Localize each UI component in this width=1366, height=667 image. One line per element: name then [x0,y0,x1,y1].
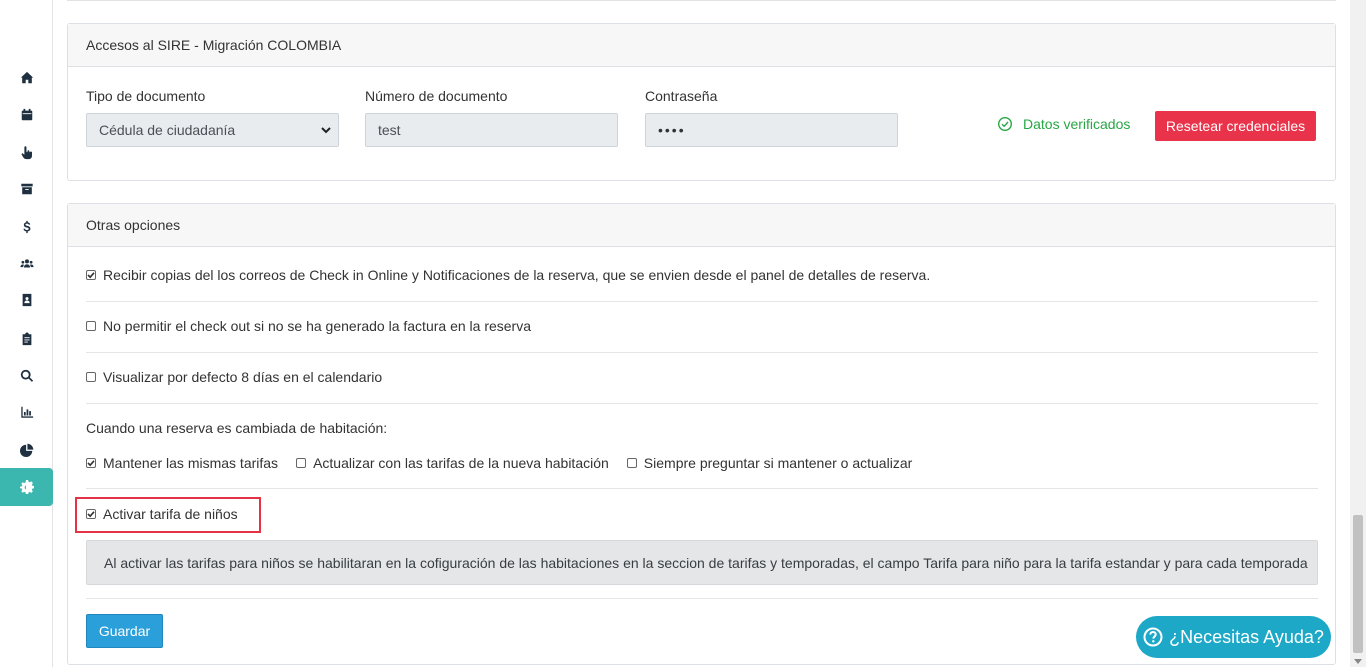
password-label: Contraseña [645,88,718,104]
check-circle-icon [997,116,1013,132]
search-icon [20,369,33,382]
save-button[interactable]: Guardar [86,614,163,648]
update-rates-checkbox[interactable] [296,458,307,468]
page-scrollbar[interactable] [1350,0,1366,667]
divider [86,598,1318,599]
top-divider [67,0,1336,1]
bar-chart-icon [20,406,33,418]
other-options-card: Otras opciones Recibir copias del los co… [67,203,1336,665]
sidebar-item-search[interactable] [0,357,53,395]
checkmark-icon [87,511,95,518]
option-no-checkout[interactable]: No permitir el check out si no se ha gen… [86,318,1318,334]
password-value: •••• [658,122,686,138]
sidebar-item-stats[interactable] [0,431,53,469]
verified-text: Datos verificados [1023,116,1131,132]
option-update-rates[interactable]: Actualizar con las tarifas de la nueva h… [296,455,609,471]
pie-chart-icon [19,443,33,457]
doc-type-select[interactable]: Cédula de ciudadanía [86,113,339,147]
users-icon [19,259,34,268]
room-change-label: Cuando una reserva es cambiada de habita… [86,420,388,436]
email-copies-checkbox[interactable] [86,270,96,280]
address-book-icon [22,293,31,307]
sidebar-item-pointer[interactable] [0,134,53,172]
gear-icon [19,480,34,494]
keep-rates-checkbox[interactable] [86,458,96,468]
sidebar-item-home[interactable] [0,59,53,97]
option-email-copies[interactable]: Recibir copias del los correos de Check … [86,267,1318,283]
doc-type-label: Tipo de documento [86,88,206,104]
scroll-down-arrow-icon[interactable] [1354,659,1362,664]
divider [86,488,1318,489]
main-content: Accesos al SIRE - Migración COLOMBIA Tip… [53,0,1350,667]
no-checkout-checkbox[interactable] [86,321,96,331]
checkmark-icon [87,460,95,467]
checkmark-icon [87,272,95,279]
sidebar-item-tasks[interactable] [0,320,53,358]
divider [86,301,1318,302]
sire-access-card: Accesos al SIRE - Migración COLOMBIA Tip… [67,23,1336,181]
dollar-icon [23,220,30,234]
sidebar [0,0,53,667]
option-always-ask[interactable]: Siempre preguntar si mantener o actualiz… [626,455,913,471]
sidebar-item-archive[interactable] [0,170,53,208]
reset-credentials-button[interactable]: Resetear credenciales [1155,111,1316,141]
scrollbar-thumb[interactable] [1353,515,1363,653]
divider [86,403,1318,404]
chevron-down-icon [321,127,331,134]
options-card-title: Otras opciones [68,204,1335,247]
sidebar-item-settings[interactable] [0,468,53,506]
doc-type-value: Cédula de ciudadanía [99,122,236,138]
eight-days-label: Visualizar por defecto 8 días en el cale… [103,369,383,385]
sidebar-item-contacts[interactable] [0,281,53,319]
sidebar-item-reports[interactable] [0,393,53,431]
verified-status: Datos verificados [997,116,1130,132]
option-child-rate[interactable]: Activar tarifa de niños [86,506,1318,522]
help-label: ¿Necesitas Ayuda? [1169,626,1324,647]
doc-number-input[interactable]: test [365,113,618,147]
divider [86,352,1318,353]
password-input[interactable]: •••• [645,113,898,147]
room-change-options: Mantener las mismas tarifas Actualizar c… [86,455,1318,471]
child-rate-info: Al activar las tarifas para niños se hab… [86,540,1318,585]
eight-days-checkbox[interactable] [86,372,96,382]
help-button[interactable]: ¿Necesitas Ayuda? [1136,616,1331,658]
calendar-icon [21,108,32,121]
always-ask-checkbox[interactable] [626,458,637,468]
sidebar-item-billing[interactable] [0,208,53,246]
update-rates-label: Actualizar con las tarifas de la nueva h… [313,455,609,471]
child-rate-checkbox[interactable] [86,509,96,519]
sire-card-title: Accesos al SIRE - Migración COLOMBIA [68,24,1335,67]
option-eight-days[interactable]: Visualizar por defecto 8 días en el cale… [86,369,1318,385]
option-keep-rates[interactable]: Mantener las mismas tarifas [86,455,278,471]
archive-icon [20,183,33,195]
clipboard-icon [22,332,31,346]
keep-rates-label: Mantener las mismas tarifas [103,455,279,471]
sidebar-item-users[interactable] [0,245,53,283]
doc-number-label: Número de documento [365,88,508,104]
no-checkout-label: No permitir el check out si no se ha gen… [103,318,532,334]
question-circle-icon [1143,627,1163,647]
home-icon [20,71,33,84]
hand-pointer-icon [21,146,32,160]
child-rate-label: Activar tarifa de niños [103,506,238,522]
email-copies-label: Recibir copias del los correos de Check … [103,267,931,283]
always-ask-label: Siempre preguntar si mantener o actualiz… [643,455,913,471]
sidebar-item-calendar[interactable] [0,96,53,134]
